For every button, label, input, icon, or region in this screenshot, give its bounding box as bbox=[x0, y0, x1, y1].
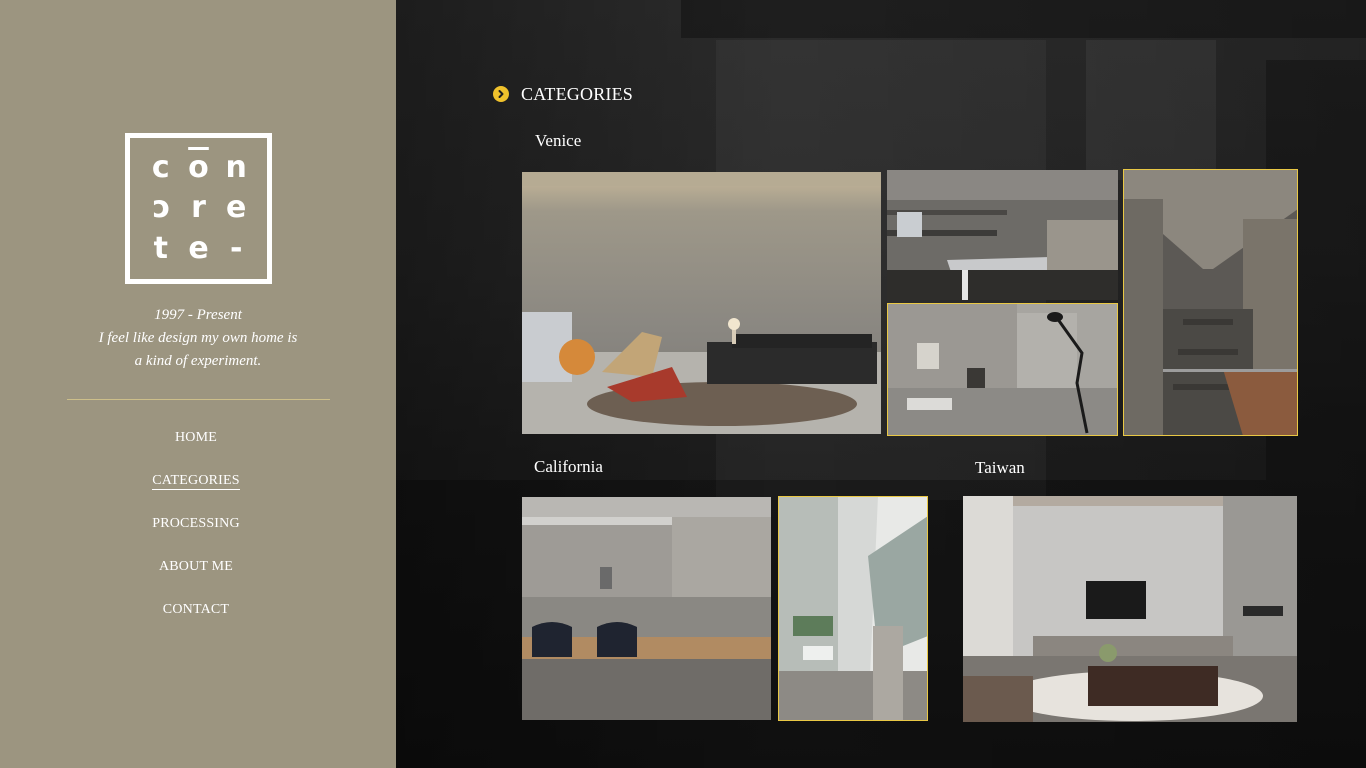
sidebar-divider bbox=[67, 399, 330, 400]
tagline-years: 1997 - Present bbox=[154, 307, 242, 323]
tagline-line: a kind of experiment. bbox=[134, 353, 262, 369]
logo-letter: c bbox=[151, 150, 170, 185]
logo-letter: o bbox=[188, 150, 209, 185]
nav-item-label: ABOUT ME bbox=[158, 559, 234, 574]
sidebar: c o n c r e t e - 1997 - Present I feel … bbox=[0, 0, 396, 768]
photo-venice-living-room[interactable] bbox=[522, 172, 881, 434]
logo-letter: n bbox=[225, 150, 247, 185]
main-nav: HOME CATEGORIES PROCESSING ABOUT ME CONT… bbox=[0, 428, 392, 643]
nav-item-contact[interactable]: CONTACT bbox=[0, 600, 392, 620]
group-label-venice: Venice bbox=[535, 131, 582, 150]
section-header: CATEGORIES bbox=[493, 84, 633, 104]
logo-letter: - bbox=[229, 230, 243, 266]
nav-item-label: HOME bbox=[174, 430, 218, 445]
nav-item-home[interactable]: HOME bbox=[0, 428, 392, 448]
nav-item-label: PROCESSING bbox=[152, 516, 240, 531]
photo-venice-lamp-room[interactable] bbox=[887, 303, 1118, 436]
logo-letter: r bbox=[191, 190, 206, 226]
logo-letter: e bbox=[188, 230, 209, 266]
photo-california-bathroom[interactable] bbox=[778, 496, 928, 721]
nav-item-about-me[interactable]: ABOUT ME bbox=[0, 557, 392, 577]
group-label-taiwan: Taiwan bbox=[975, 458, 1025, 477]
logo-letter: t bbox=[153, 230, 168, 266]
logo-letter: c bbox=[151, 190, 170, 226]
nav-item-label: CONTACT bbox=[162, 602, 230, 617]
logo-letters: c o n c r e t e - bbox=[142, 148, 255, 269]
chevron-circle-right-icon bbox=[493, 86, 509, 102]
main-content: CATEGORIES Venice California Taiwan bbox=[396, 0, 1366, 768]
photo-venice-staircase[interactable] bbox=[1123, 169, 1298, 436]
photo-venice-kitchen[interactable] bbox=[887, 170, 1118, 300]
nav-item-processing[interactable]: PROCESSING bbox=[0, 514, 392, 534]
logo-letter: e bbox=[225, 190, 247, 226]
concrete-logo[interactable]: c o n c r e t e - bbox=[125, 133, 272, 284]
group-label-california: California bbox=[534, 457, 603, 476]
nav-item-categories[interactable]: CATEGORIES bbox=[0, 471, 392, 491]
logo-letter-wrap: c bbox=[142, 188, 180, 228]
background-window bbox=[1086, 40, 1216, 180]
tagline: 1997 - Present I feel like design my own… bbox=[0, 304, 396, 373]
photo-california-dining[interactable] bbox=[522, 497, 771, 720]
section-title: CATEGORIES bbox=[521, 83, 634, 104]
nav-item-label: CATEGORIES bbox=[152, 473, 240, 490]
background-shade bbox=[681, 0, 1366, 38]
photo-taiwan-living-room[interactable] bbox=[963, 496, 1297, 722]
tagline-line: I feel like design my own home is bbox=[98, 330, 298, 346]
